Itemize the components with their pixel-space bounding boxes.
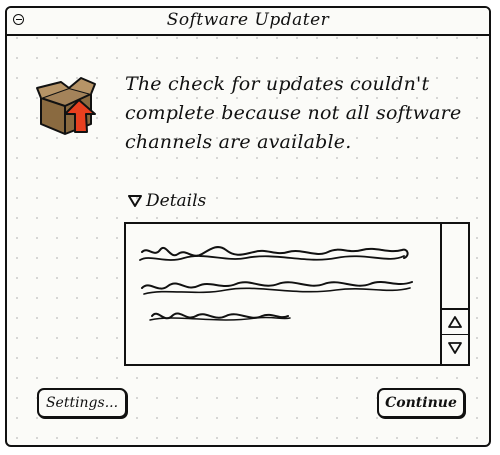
package-with-up-arrow-icon (36, 77, 96, 135)
details-disclosure[interactable]: Details (128, 190, 206, 212)
vertical-scrollbar[interactable] (440, 224, 468, 364)
title-bar[interactable]: Software Updater (7, 8, 489, 36)
scroll-up-button[interactable] (442, 308, 468, 334)
window-title: Software Updater (166, 10, 330, 30)
triangle-down-icon[interactable] (128, 195, 142, 207)
message-line-3: channels are available. (125, 131, 352, 153)
scroll-down-button[interactable] (442, 334, 468, 360)
settings-button[interactable]: Settings... (37, 388, 127, 418)
arrow-down-icon (448, 341, 462, 354)
status-message: The check for updates couldn't complete … (125, 70, 475, 157)
details-text-scribble[interactable] (126, 224, 434, 364)
software-updater-window: Software Updater The check for updates c… (5, 6, 491, 447)
message-line-1: The check for updates couldn't (125, 73, 430, 95)
details-panel (124, 222, 470, 366)
message-line-2: complete because not all software (125, 102, 462, 124)
arrow-up-icon (448, 316, 462, 328)
details-label: Details (146, 191, 207, 211)
continue-button[interactable]: Continue (377, 388, 465, 418)
